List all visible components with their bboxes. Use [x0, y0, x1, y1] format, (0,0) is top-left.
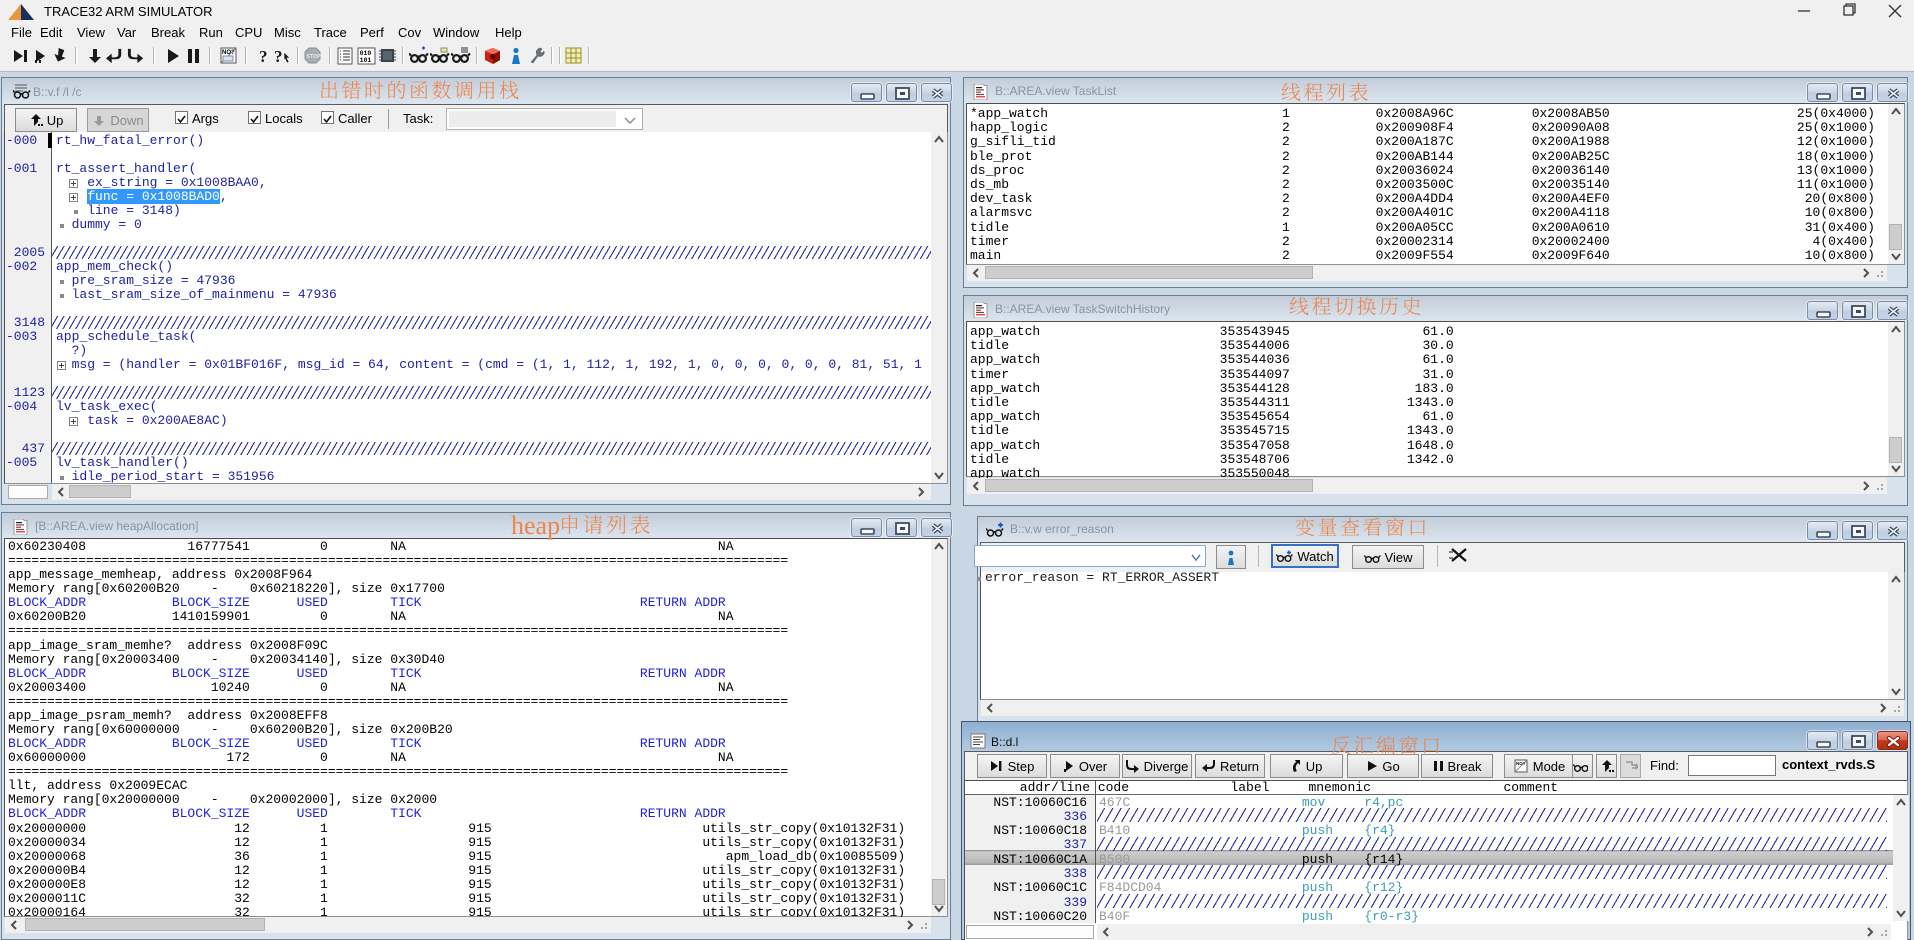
svg-text:STOP: STOP	[306, 54, 321, 60]
svg-text:?: ?	[259, 47, 268, 66]
svg-text:NO?: NO?	[1516, 761, 1526, 766]
svg-text:010: 010	[360, 50, 372, 57]
svg-text:?: ?	[274, 47, 283, 66]
svg-text:101: 101	[360, 57, 372, 64]
